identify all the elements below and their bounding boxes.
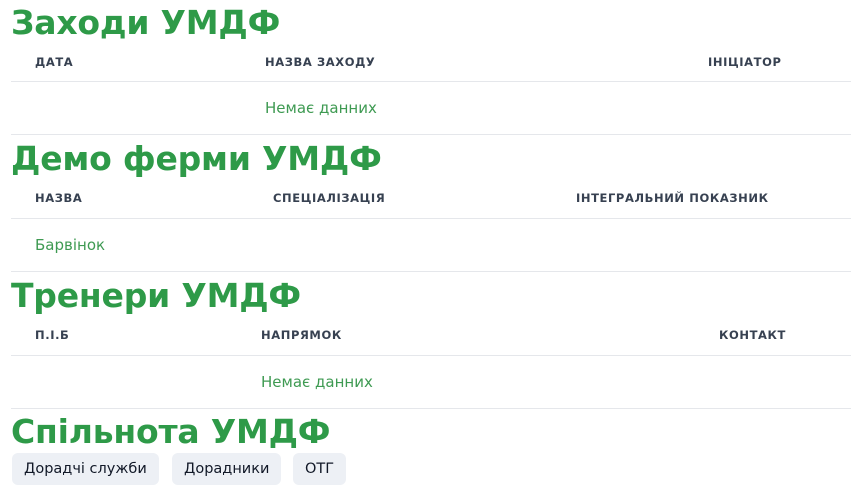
otg-button[interactable]: ОТГ (293, 453, 347, 485)
demo-farm-name[interactable]: Барвінок (35, 236, 105, 254)
community-title: Спільнота УМДФ (11, 412, 331, 451)
events-col-date: ДАТА (35, 55, 74, 69)
events-col-name: НАЗВА ЗАХОДУ (265, 55, 376, 69)
demo-farms-col-specialization: СПЕЦІАЛІЗАЦІЯ (273, 191, 386, 205)
trainers-header-divider (11, 355, 851, 356)
demo-farms-col-name: НАЗВА (35, 191, 83, 205)
trainers-row-divider (11, 408, 851, 409)
events-header-divider (11, 81, 851, 82)
demo-farms-col-integral: ІНТЕГРАЛЬНИЙ ПОКАЗНИК (576, 191, 769, 205)
trainers-col-direction: НАПРЯМОК (261, 328, 342, 342)
events-row-divider (11, 134, 851, 135)
advisors-button[interactable]: Дорадники (172, 453, 282, 485)
trainers-col-contact: КОНТАКТ (719, 328, 786, 342)
trainers-title: Тренери УМДФ (11, 276, 301, 315)
events-title: Заходи УМДФ (11, 3, 281, 42)
trainers-col-fullname: П.І.Б (35, 328, 70, 342)
advisory-services-button[interactable]: Дорадчі служби (12, 453, 159, 485)
events-empty-message: Немає данних (265, 99, 377, 117)
demo-farms-row-divider (11, 271, 851, 272)
demo-farms-title: Демо ферми УМДФ (11, 139, 382, 178)
trainers-empty-message: Немає данних (261, 373, 373, 391)
events-col-initiator: ІНІЦІАТОР (708, 55, 782, 69)
demo-farms-header-divider (11, 218, 851, 219)
